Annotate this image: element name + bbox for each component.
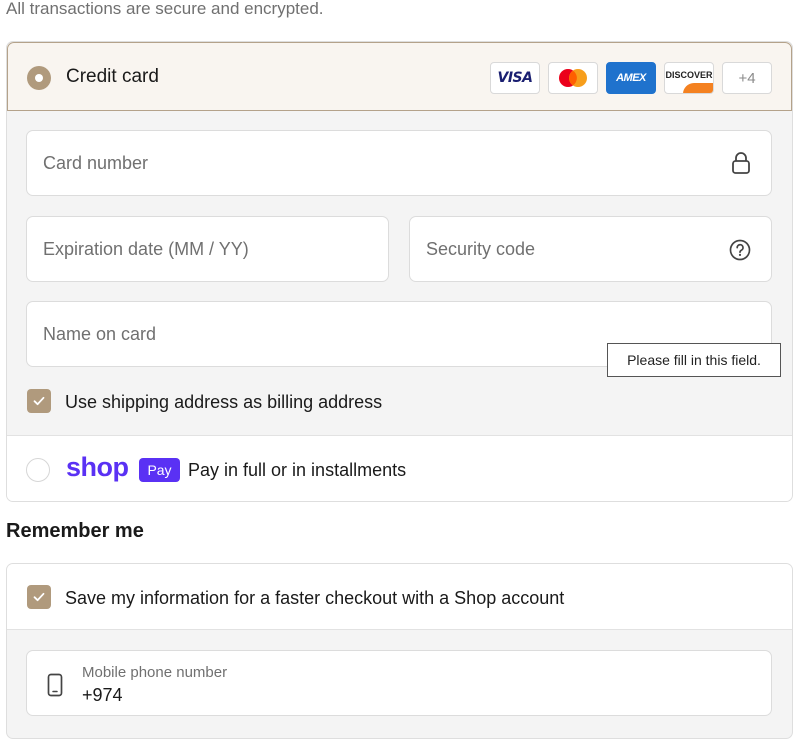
- checkmark-icon: [33, 592, 45, 602]
- shop-pay-badge: Pay: [139, 458, 180, 482]
- discover-icon: DISCOVER: [664, 62, 714, 94]
- security-code-placeholder: Security code: [426, 239, 536, 259]
- phone-icon: [47, 673, 63, 702]
- billing-address-label: Use shipping address as billing address: [65, 392, 383, 412]
- shop-pay-logo: shop: [66, 452, 129, 482]
- shop-pay-option[interactable]: shop Pay Pay in full or in installments: [7, 435, 792, 501]
- remember-me-heading: Remember me: [6, 520, 144, 542]
- shop-pay-radio[interactable]: [26, 458, 50, 482]
- name-on-card-placeholder: Name on card: [43, 324, 157, 344]
- expiration-date-field[interactable]: Expiration date (MM / YY): [26, 216, 389, 282]
- visa-icon: VISA: [490, 62, 540, 94]
- credit-card-radio[interactable]: [27, 66, 51, 90]
- amex-icon: AMEX: [606, 62, 656, 94]
- shop-pay-label: Pay in full or in installments: [188, 460, 407, 480]
- secure-note: All transactions are secure and encrypte…: [6, 0, 324, 18]
- save-info-label: Save my information for a faster checkou…: [65, 588, 565, 608]
- billing-address-checkbox[interactable]: [27, 389, 51, 413]
- validation-tooltip: Please fill in this field.: [607, 343, 781, 377]
- mobile-phone-field[interactable]: Mobile phone number +974: [26, 650, 772, 716]
- mastercard-icon: [548, 62, 598, 94]
- save-info-row[interactable]: Save my information for a faster checkou…: [7, 564, 792, 630]
- security-code-field[interactable]: Security code: [409, 216, 772, 282]
- remember-me-section: Save my information for a faster checkou…: [6, 563, 793, 739]
- payment-methods: Credit card VISA AMEX DISCOVER +4 Card n…: [6, 41, 793, 502]
- expiration-placeholder: Expiration date (MM / YY): [43, 239, 249, 259]
- credit-card-label: Credit card: [66, 66, 159, 87]
- phone-label: Mobile phone number: [82, 664, 228, 681]
- checkmark-icon: [33, 396, 45, 406]
- card-number-field[interactable]: Card number: [26, 130, 772, 196]
- lock-icon: [731, 151, 751, 180]
- help-icon[interactable]: [729, 239, 751, 266]
- credit-card-option[interactable]: Credit card VISA AMEX DISCOVER +4: [7, 42, 792, 111]
- phone-value[interactable]: +974: [82, 685, 123, 706]
- save-info-checkbox[interactable]: [27, 585, 51, 609]
- more-brands-badge: +4: [722, 62, 772, 94]
- card-number-placeholder: Card number: [43, 153, 149, 173]
